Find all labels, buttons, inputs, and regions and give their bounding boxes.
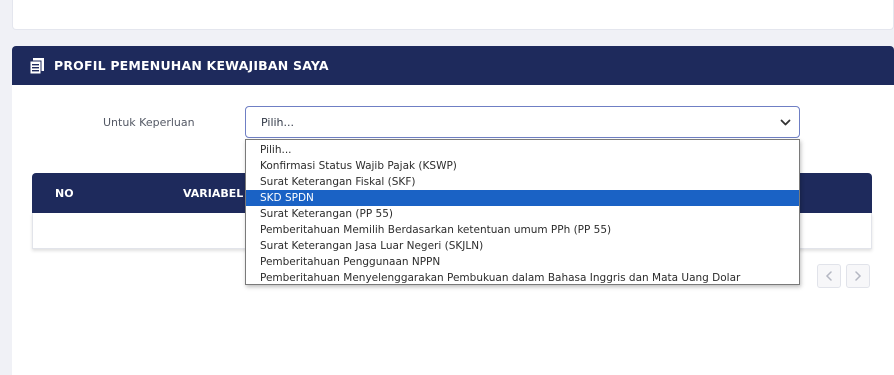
- chevron-left-icon: [825, 271, 832, 281]
- dropdown-option[interactable]: Konfirmasi Status Wajib Pajak (KSWP): [246, 158, 799, 174]
- chevron-right-icon: [855, 271, 862, 281]
- panel-title: PROFIL PEMENUHAN KEWAJIBAN SAYA: [54, 58, 329, 73]
- document-list-icon: [30, 57, 44, 74]
- dropdown-option[interactable]: Pemberitahuan Penggunaan NPPN: [246, 254, 799, 270]
- panel-header: PROFIL PEMENUHAN KEWAJIBAN SAYA: [12, 46, 894, 85]
- dropdown-option-highlighted[interactable]: SKD SPDN: [246, 190, 799, 206]
- top-card: [12, 0, 894, 30]
- purpose-select[interactable]: Pilih...: [245, 106, 800, 138]
- dropdown-option[interactable]: Surat Keterangan Fiskal (SKF): [246, 174, 799, 190]
- dropdown-option[interactable]: Pilih...: [246, 142, 799, 158]
- purpose-label: Untuk Keperluan: [103, 116, 195, 129]
- dropdown-option[interactable]: Surat Keterangan Jasa Luar Negeri (SKJLN…: [246, 238, 799, 254]
- dropdown-option[interactable]: Pemberitahuan Menyelenggarakan Pembukuan…: [246, 270, 799, 286]
- purpose-select-value: Pilih...: [261, 115, 295, 129]
- column-header-variabel: VARIABEL: [183, 187, 244, 200]
- chevron-down-icon: [780, 119, 791, 126]
- purpose-dropdown-list: Pilih... Konfirmasi Status Wajib Pajak (…: [245, 139, 800, 285]
- dropdown-option[interactable]: Pemberitahuan Memilih Berdasarkan ketent…: [246, 222, 799, 238]
- dropdown-option[interactable]: Surat Keterangan (PP 55): [246, 206, 799, 222]
- prev-page-button[interactable]: [817, 264, 841, 288]
- column-header-no: NO: [55, 187, 74, 200]
- next-page-button[interactable]: [846, 264, 870, 288]
